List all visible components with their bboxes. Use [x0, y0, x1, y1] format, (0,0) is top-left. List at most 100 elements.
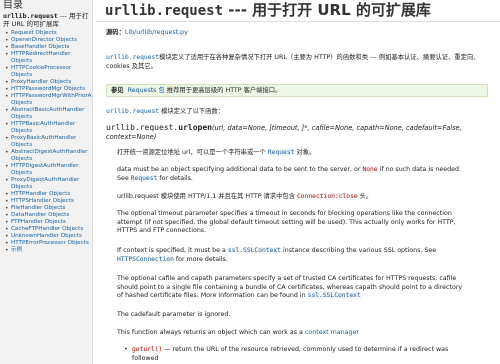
seealso-label: 参见 [111, 87, 124, 94]
p2-none-code: None [362, 166, 378, 173]
context-manager-link[interactable]: context manager [305, 329, 359, 336]
toc-item-link[interactable]: CacheFTPHandler Objects [11, 226, 83, 232]
toc-item-link[interactable]: HTTPSHandler Objects [11, 198, 74, 204]
defines-module-code[interactable]: urllib.request [106, 108, 159, 115]
p1-end: 对象。 [294, 149, 316, 156]
toc-item[interactable]: HTTPRedirectHandler Objects [5, 51, 90, 65]
p2-request-code[interactable]: Request [130, 174, 158, 182]
defines-text: 模块定义了以下函数： [159, 108, 225, 115]
toc-item[interactable]: AbstractBasicAuthHandler Objects [5, 107, 90, 121]
sig-module: urllib.request. [106, 123, 179, 132]
geturl-code: geturl() [132, 346, 163, 353]
toc-item[interactable]: UnknownHandler Objects [5, 233, 90, 240]
toc-title: 目录 [3, 0, 23, 11]
p-cadefault: The cadefault parameter is ignored. [117, 311, 493, 320]
toc-item[interactable]: HTTPPasswordMgrWithPriorAuth Objects [5, 93, 92, 107]
p3-header-code: Connection:close [297, 193, 358, 200]
toc-item[interactable]: CacheFTPHandler Objects [5, 226, 90, 233]
p6-line-1: The optional cafile and capath parameter… [117, 275, 457, 282]
p2-text-c: See [117, 174, 131, 182]
toc-item-link[interactable]: OpenerDirector Objects [11, 37, 77, 43]
toc-heading-code: urllib.request [3, 12, 58, 20]
toc-item-link[interactable]: 示例 [11, 247, 22, 253]
toc-item[interactable]: OpenerDirector Objects [5, 37, 90, 44]
p5-text-c: for more details. [173, 255, 228, 263]
source-link[interactable]: Lib/urllib/request.py [125, 29, 188, 36]
p4-line-2: attempt (if not specified, the global de… [117, 218, 456, 226]
toc-item-link[interactable]: UnknownHandler Objects [11, 233, 82, 239]
toc-item[interactable]: HTTPSHandler Objects [5, 198, 90, 205]
toc-item-link[interactable]: FTPHandler Objects [11, 219, 66, 225]
p1-text: 打开统一资源定位地址 url，可以是一个字符串或一个 [117, 149, 268, 156]
p6-line-3: of hashed certificate files. More inform… [117, 292, 308, 300]
toc-item[interactable]: ProxyHandler Objects [5, 79, 90, 86]
toc-item-link[interactable]: HTTPErrorProcessor Objects [11, 240, 89, 246]
toc-item[interactable]: HTTPErrorProcessor Objects [5, 240, 90, 247]
toc-item-link[interactable]: BaseHandler Objects [11, 44, 70, 50]
seealso-box: 参见 Requests 包 推荐用于更高层级的 HTTP 客户端接口。 [106, 84, 488, 97]
toc-item[interactable]: AbstractDigestAuthHandler Objects [5, 149, 90, 163]
p8-text: This function always returns an object w… [117, 329, 305, 336]
p5-sslcontext-code[interactable]: ssl.SSLContext [227, 247, 281, 254]
toc-item[interactable]: HTTPBasicAuthHandler Objects [5, 121, 90, 135]
toc-item[interactable]: DataHandler Objects [5, 212, 90, 219]
p-open-url: 打开统一资源定位地址 url，可以是一个字符串或一个 Request 对象。 [117, 149, 493, 158]
sig-params-2: context=None) [106, 133, 157, 141]
toc-item-link[interactable]: AbstractDigestAuthHandler Objects [11, 149, 88, 162]
toc-item[interactable]: FileHandler Objects [5, 205, 90, 212]
toc-item-link[interactable]: AbstractBasicAuthHandler Objects [11, 107, 84, 120]
geturl-bullet: geturl() — return the URL of the resourc… [124, 346, 482, 363]
seealso-text: 推荐用于更高层级的 HTTP 客户端接口。 [164, 87, 282, 94]
toc-item[interactable]: 示例 [5, 247, 90, 254]
p6-line-2: should point to a single file containing… [117, 283, 463, 291]
p-data: data must be an object specifying additi… [117, 166, 493, 183]
toc-item-link[interactable]: HTTPDigestAuthHandler Objects [11, 163, 78, 176]
defines-line: urllib.request 模块定义了以下函数： [106, 108, 224, 117]
toc-item[interactable]: HTTPPasswordMgr Objects [5, 86, 90, 93]
p-returns: This function always returns an object w… [117, 329, 493, 338]
toc-item-link[interactable]: HTTPCookieProcessor Objects [11, 65, 71, 78]
sig-params-1: (url, data=None, [timeout, ]*, cafile=No… [211, 124, 462, 132]
toc-heading-link[interactable]: urllib.request --- 用于打开 URL 的可扩展库 [0, 12, 92, 30]
p5-text-a: If context is specified, it must be a [117, 247, 228, 254]
page-title-text: --- 用于打开 URL 的可扩展库 [223, 1, 431, 19]
p-http11: urllib.request 模块使用 HTTP/1.1 并且在其 HTTP 请… [117, 193, 493, 202]
toc-item-link[interactable]: HTTPPasswordMgrWithPriorAuth Objects [11, 93, 92, 106]
p1-request-code[interactable]: Request [267, 149, 295, 156]
toc-item-link[interactable]: FileHandler Objects [11, 205, 65, 211]
p3-text-b: 头。 [357, 193, 373, 200]
toc-item[interactable]: HTTPDigestAuthHandler Objects [5, 163, 90, 177]
toc-item[interactable]: Request Objects [5, 30, 90, 37]
source-label: 源码： [106, 29, 125, 36]
p-cafile: The optional cafile and capath parameter… [117, 275, 493, 301]
p4-line-3: HTTPS and FTP connections. [117, 227, 207, 235]
toc-item-link[interactable]: HTTPBasicAuthHandler Objects [11, 121, 75, 134]
p6-sslcontext-code[interactable]: ssl.SSLContext [307, 292, 361, 300]
intro-text: 模块定义了适用于在各种复杂情况下打开 URL（主要为 HTTP）的函数和类 --… [106, 54, 480, 70]
p2-text-d: for details. [157, 174, 193, 182]
intro-paragraph: urllib.request模块定义了适用于在各种复杂情况下打开 URL（主要为… [106, 54, 490, 71]
p5-httpsconnection-code[interactable]: HTTPSConnection [117, 255, 174, 263]
p-context: If context is specified, it must be a ss… [117, 247, 493, 264]
intro-module-code[interactable]: urllib.request [106, 54, 159, 61]
toc-item-link[interactable]: HTTPHandler Objects [11, 191, 70, 197]
p2-text-a: data must be an object specifying additi… [117, 166, 363, 173]
main-content: urllib.request --- 用于打开 URL 的可扩展库 源码：Lib… [96, 0, 500, 364]
toc-item[interactable]: BaseHandler Objects [5, 44, 90, 51]
toc-item[interactable]: ProxyDigestAuthHandler Objects [5, 177, 90, 191]
sig-function: urlopen [178, 123, 212, 132]
toc-item-link[interactable]: ProxyDigestAuthHandler Objects [11, 177, 79, 190]
page-title: urllib.request --- 用于打开 URL 的可扩展库 [96, 0, 500, 22]
toc-item[interactable]: ProxyBasicAuthHandler Objects [5, 135, 90, 149]
toc-item[interactable]: HTTPHandler Objects [5, 191, 90, 198]
toc-item-link[interactable]: Request Objects [11, 30, 57, 36]
toc-item-link[interactable]: HTTPPasswordMgr Objects [11, 86, 85, 92]
toc-item[interactable]: HTTPCookieProcessor Objects [5, 65, 90, 79]
seealso-link[interactable]: Requests 包 [128, 87, 165, 94]
toc-item-link[interactable]: DataHandler Objects [11, 212, 69, 218]
toc-item-link[interactable]: ProxyHandler Objects [11, 79, 71, 85]
toc-item-link[interactable]: HTTPRedirectHandler Objects [11, 51, 70, 64]
geturl-text: — return the URL of the resource retriev… [162, 346, 449, 353]
toc-item-link[interactable]: ProxyBasicAuthHandler Objects [11, 135, 76, 148]
toc-item[interactable]: FTPHandler Objects [5, 219, 90, 226]
